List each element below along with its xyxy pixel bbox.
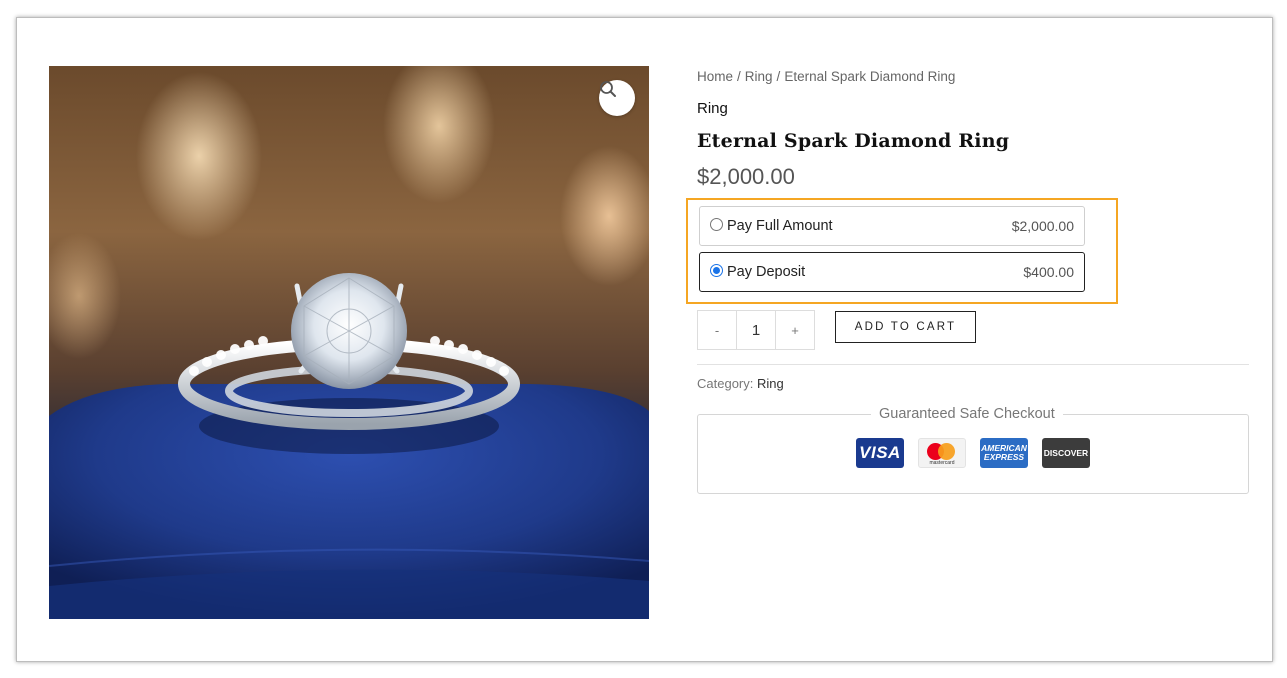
payment-cards: VISA mastercard AMERICAN EXPRESS DISCOVE…	[856, 438, 1090, 468]
pay-deposit-radio[interactable]	[710, 263, 723, 277]
category-link[interactable]: Ring	[757, 376, 784, 391]
amex-card-icon: AMERICAN EXPRESS	[980, 438, 1028, 468]
discover-card-icon: DISCOVER	[1042, 438, 1090, 468]
quantity-minus-button[interactable]: -	[698, 311, 736, 349]
category-prefix: Category:	[697, 376, 754, 391]
mastercard-icon: mastercard	[918, 438, 966, 468]
pay-deposit-option[interactable]: Pay Deposit $400.00	[699, 252, 1085, 292]
breadcrumb-ring[interactable]: Ring	[745, 69, 773, 84]
product-image[interactable]	[49, 66, 649, 619]
product-price: $2,000.00	[697, 164, 795, 189]
product-category-meta: Category: Ring	[697, 376, 784, 391]
pay-full-amount-price: $2,000.00	[1011, 218, 1074, 234]
breadcrumb-home[interactable]: Home	[697, 69, 733, 84]
pay-deposit-label: Pay Deposit	[727, 264, 806, 280]
zoom-icon	[600, 81, 616, 97]
breadcrumb-separator: /	[737, 69, 741, 84]
ring-illustration	[49, 273, 649, 619]
pay-full-amount-option[interactable]: Pay Full Amount $2,000.00	[699, 206, 1085, 246]
pay-full-amount-radio[interactable]	[710, 217, 723, 231]
quantity-stepper: - 1 +	[697, 310, 815, 350]
payment-options-box: Pay Full Amount $2,000.00 Pay Deposit $4…	[686, 198, 1118, 304]
breadcrumb-separator: /	[776, 69, 781, 84]
visa-card-icon: VISA	[856, 438, 904, 468]
breadcrumb-current: Eternal Spark Diamond Ring	[784, 69, 956, 84]
product-title: Eternal Spark Diamond Ring	[697, 130, 1010, 152]
product-category-label[interactable]: Ring	[697, 100, 728, 117]
breadcrumb: Home / Ring / Eternal Spark Diamond Ring	[697, 69, 955, 84]
divider	[697, 364, 1249, 365]
pay-full-amount-label: Pay Full Amount	[727, 218, 833, 234]
pay-deposit-price: $400.00	[1023, 264, 1074, 280]
zoom-button[interactable]	[599, 80, 635, 116]
quantity-plus-button[interactable]: +	[776, 311, 814, 349]
quantity-input[interactable]: 1	[736, 311, 776, 349]
safe-checkout-title: Guaranteed Safe Checkout	[871, 406, 1063, 422]
add-to-cart-button[interactable]: ADD TO CART	[835, 311, 976, 343]
